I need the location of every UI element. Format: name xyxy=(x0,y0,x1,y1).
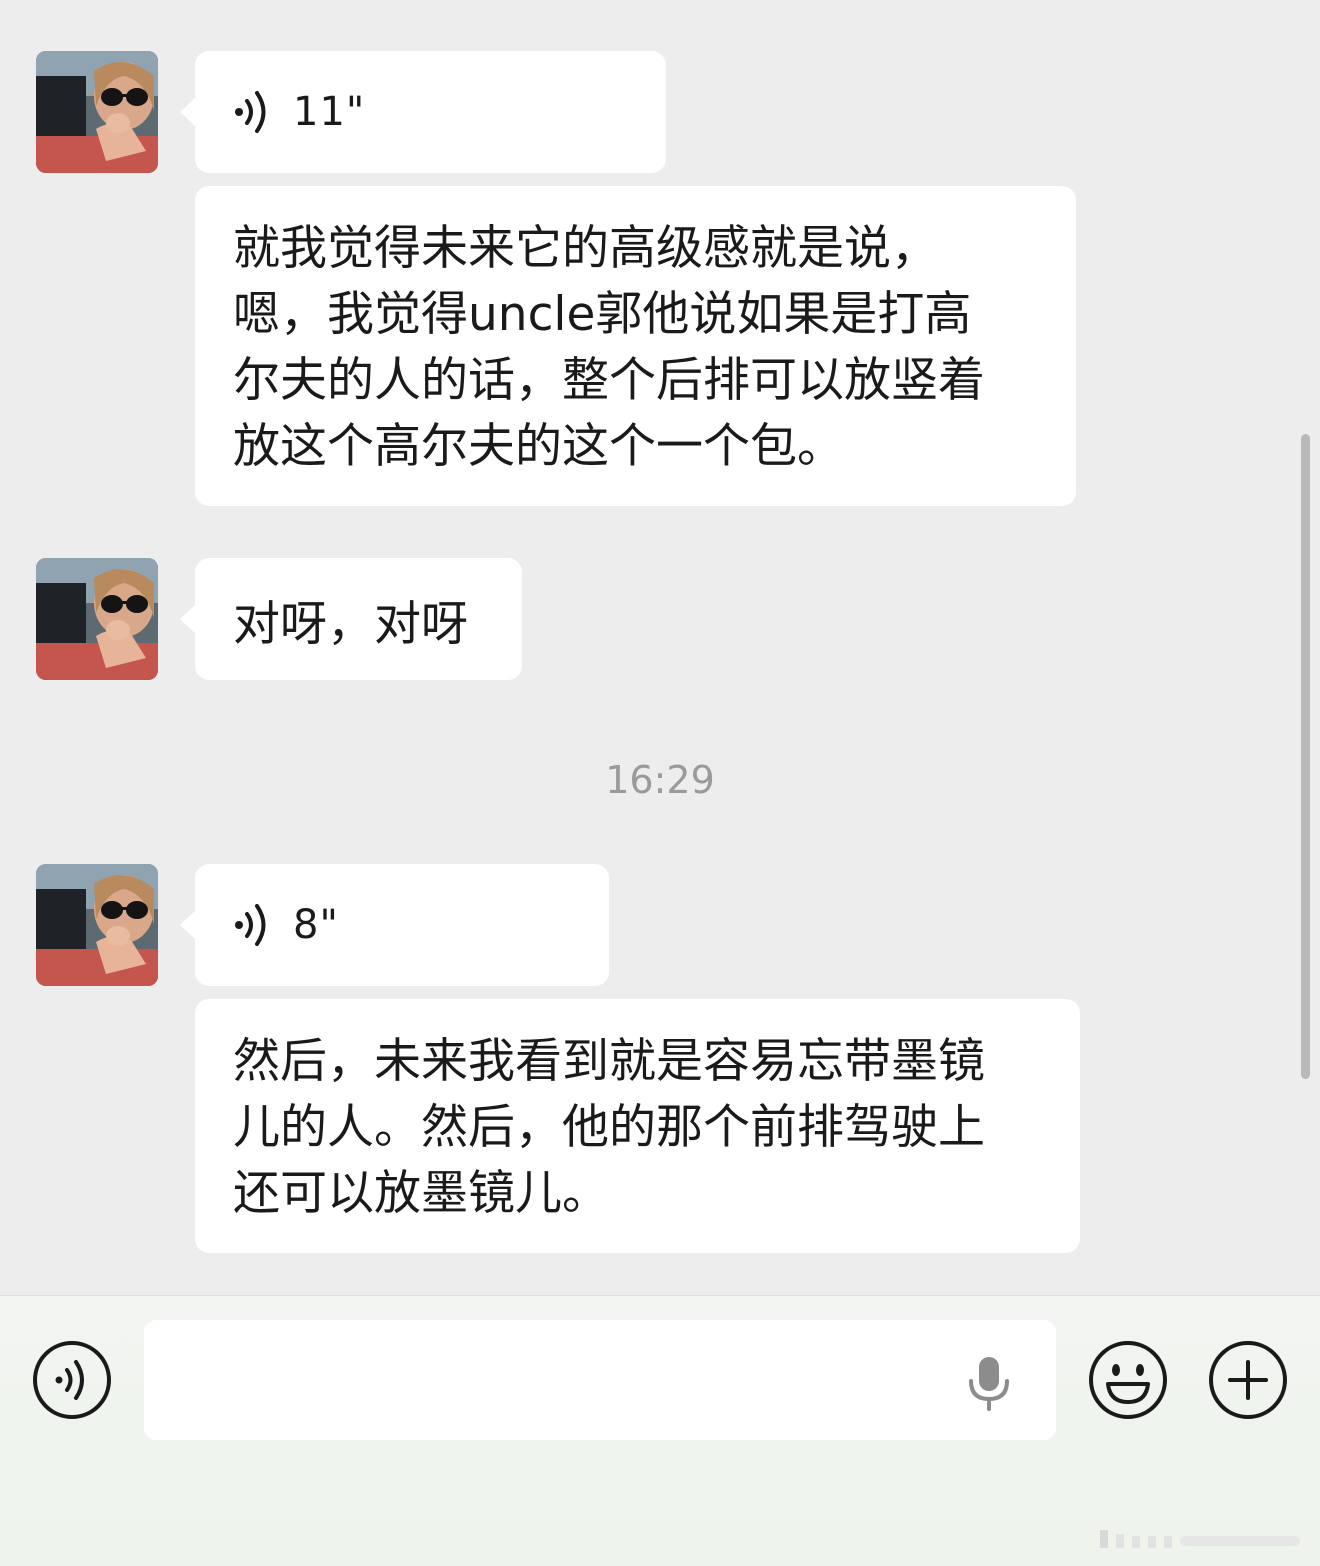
avatar[interactable] xyxy=(36,51,158,173)
voice-message[interactable]: 11" xyxy=(180,51,666,173)
message-text: 对呀，对呀 xyxy=(233,596,468,652)
text-message[interactable]: 对呀，对呀 xyxy=(180,558,522,680)
emoji-button[interactable] xyxy=(1088,1340,1168,1420)
text-message[interactable]: 然后，未来我看到就是容易忘带墨镜 儿的人。然后，他的那个前排驾驶上 还可以放墨镜… xyxy=(195,999,1080,1253)
voice-duration: 11" xyxy=(293,89,366,135)
microphone-icon[interactable] xyxy=(966,1355,1012,1411)
voice-wave-icon xyxy=(235,904,266,946)
more-button[interactable] xyxy=(1208,1340,1288,1420)
chat-area: 11" 就我觉得未来它的高级感就是说， 嗯，我觉得uncle郭他说如果是打高 尔… xyxy=(0,0,1320,1295)
input-toolbar xyxy=(0,1295,1320,1566)
message-input[interactable] xyxy=(144,1320,1056,1440)
timestamp: 16:29 xyxy=(605,758,715,802)
voice-message[interactable]: 8" xyxy=(180,864,609,986)
voice-wave-icon xyxy=(235,91,266,133)
text-message[interactable]: 就我觉得未来它的高级感就是说， 嗯，我觉得uncle郭他说如果是打高 尔夫的人的… xyxy=(195,186,1076,506)
voice-duration: 8" xyxy=(293,902,339,948)
scrollbar[interactable] xyxy=(1301,434,1310,1079)
voice-toggle-button[interactable] xyxy=(32,1340,112,1420)
avatar[interactable] xyxy=(36,864,158,986)
home-indicator xyxy=(1100,1530,1300,1548)
avatar[interactable] xyxy=(36,558,158,680)
